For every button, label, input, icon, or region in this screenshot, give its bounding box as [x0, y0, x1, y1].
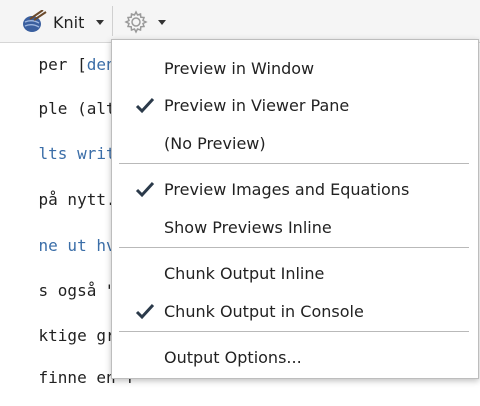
knit-label: Knit [53, 12, 85, 32]
menu-divider [119, 163, 469, 164]
menu-item-preview-in-viewer-pane[interactable]: Preview in Viewer Pane [112, 87, 478, 123]
checkmark-icon [135, 303, 155, 320]
settings-button[interactable] [124, 10, 166, 34]
preview-options-menu: Preview in Window Preview in Viewer Pane… [111, 39, 479, 379]
menu-divider [119, 247, 469, 248]
checkmark-icon [135, 181, 155, 198]
gear-icon [124, 10, 148, 34]
checkmark-icon [135, 97, 155, 114]
menu-divider [119, 331, 469, 332]
toolbar-divider [112, 6, 113, 36]
menu-item-show-previews-inline[interactable]: Show Previews Inline [112, 209, 478, 245]
menu-item-output-options[interactable]: Output Options... [112, 339, 478, 375]
menu-item-preview-in-window[interactable]: Preview in Window [112, 50, 478, 86]
menu-item-chunk-output-console[interactable]: Chunk Output in Console [112, 293, 478, 329]
menu-item-preview-images-equations[interactable]: Preview Images and Equations [112, 171, 478, 207]
chevron-down-icon[interactable] [96, 19, 105, 25]
menu-item-chunk-output-inline[interactable]: Chunk Output Inline [112, 255, 478, 291]
menu-item-no-preview[interactable]: (No Preview) [112, 125, 478, 161]
chevron-down-icon[interactable] [158, 19, 166, 25]
knit-button[interactable]: Knit [20, 10, 105, 34]
knit-icon [23, 10, 47, 32]
